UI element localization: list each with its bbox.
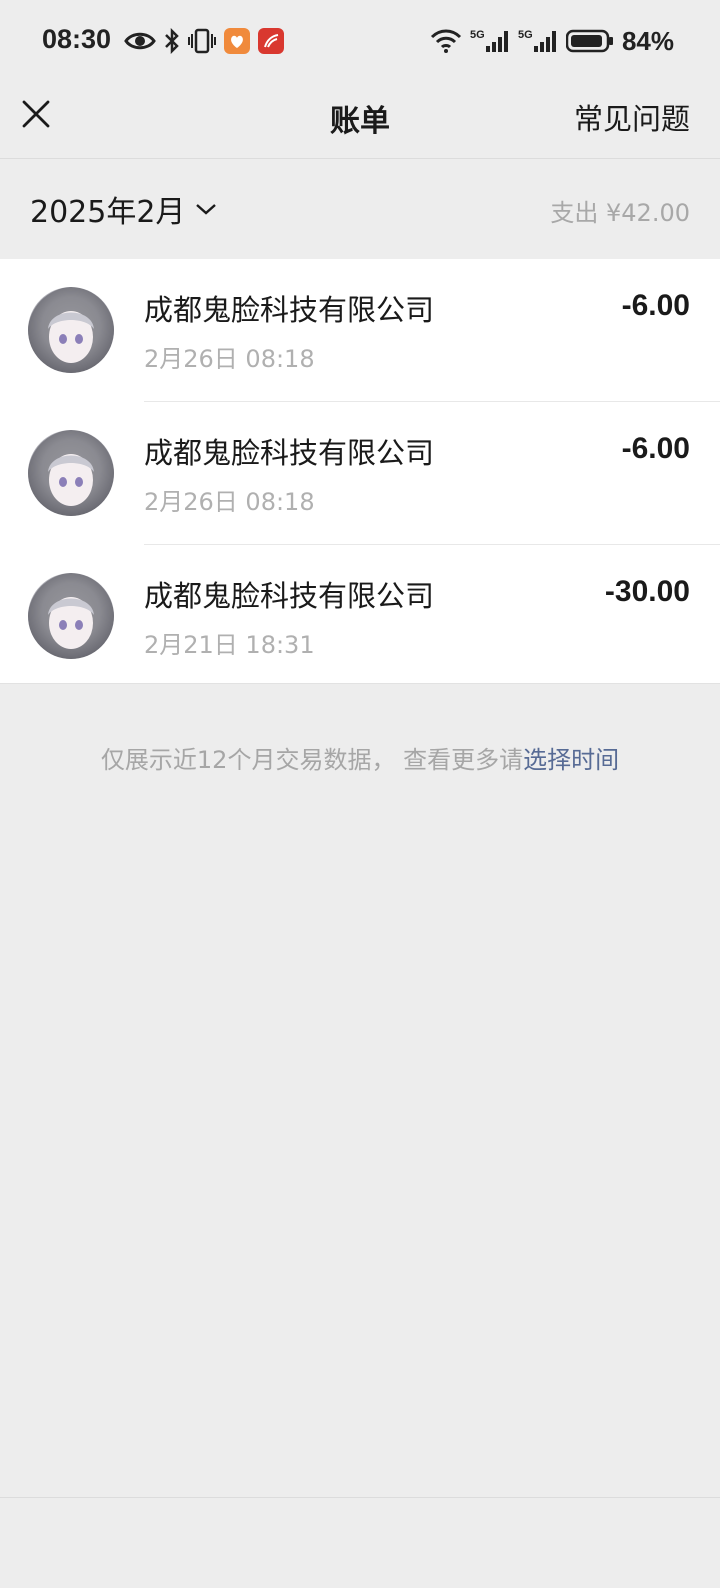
signal-5g-icon: 5G [470,29,508,52]
transaction-row[interactable]: 成都鬼脸科技有限公司 2月26日 08:18 -6.00 [0,402,720,545]
eye-icon [124,32,156,50]
bottom-divider [0,1497,720,1498]
status-time: 08:30 [42,24,112,54]
transaction-amount: -6.00 [621,289,690,322]
svg-text:5G: 5G [518,29,533,41]
status-icons-left [124,24,284,58]
wifi-icon [430,29,462,53]
signal-5g-icon: 5G [518,29,556,52]
merchant-name: 成都鬼脸科技有限公司 [144,293,435,327]
chevron-down-icon [196,204,217,215]
status-bar: 08:30 5G 5G 84% [0,0,720,82]
nav-bar: 账单 常见问题 [0,82,720,158]
month-total-expense: 支出 ¥42.00 [550,199,690,227]
merchant-name: 成都鬼脸科技有限公司 [144,436,435,470]
transaction-amount: -30.00 [604,575,690,608]
merchant-avatar [28,287,114,373]
battery-percentage: 84% [621,25,674,56]
footer-note-text: 仅展示近12个月交易数据， 查看更多请 [100,746,524,774]
app-badge-orange-icon [224,28,250,54]
merchant-avatar [28,430,114,516]
transaction-amount: -6.00 [621,432,690,465]
footer-note: 仅展示近12个月交易数据， 查看更多请选择时间 [0,740,720,775]
transaction-time: 2月21日 18:31 [144,631,315,659]
transaction-row[interactable]: 成都鬼脸科技有限公司 2月21日 18:31 -30.00 [0,545,720,688]
faq-link[interactable]: 常见问题 [574,96,690,138]
month-selector[interactable]: 2025年2月 [30,187,217,231]
select-time-link[interactable]: 选择时间 [523,746,619,774]
vibrate-icon [188,28,216,54]
transaction-row[interactable]: 成都鬼脸科技有限公司 2月26日 08:18 -6.00 [0,259,720,402]
merchant-name: 成都鬼脸科技有限公司 [144,579,435,613]
svg-text:5G: 5G [470,29,485,41]
month-label: 2025年2月 [30,195,186,230]
status-icons-right: 5G 5G 84% [430,24,674,58]
transaction-time: 2月26日 08:18 [144,488,315,516]
merchant-avatar [28,573,114,659]
bluetooth-icon [165,28,179,54]
month-header: 2025年2月 支出 ¥42.00 [0,159,720,259]
app-badge-red-icon [258,28,284,54]
transaction-list: 成都鬼脸科技有限公司 2月26日 08:18 -6.00 成都鬼脸科技有限公司 … [0,259,720,684]
battery-icon [565,29,613,53]
transaction-time: 2月26日 08:18 [144,345,315,373]
